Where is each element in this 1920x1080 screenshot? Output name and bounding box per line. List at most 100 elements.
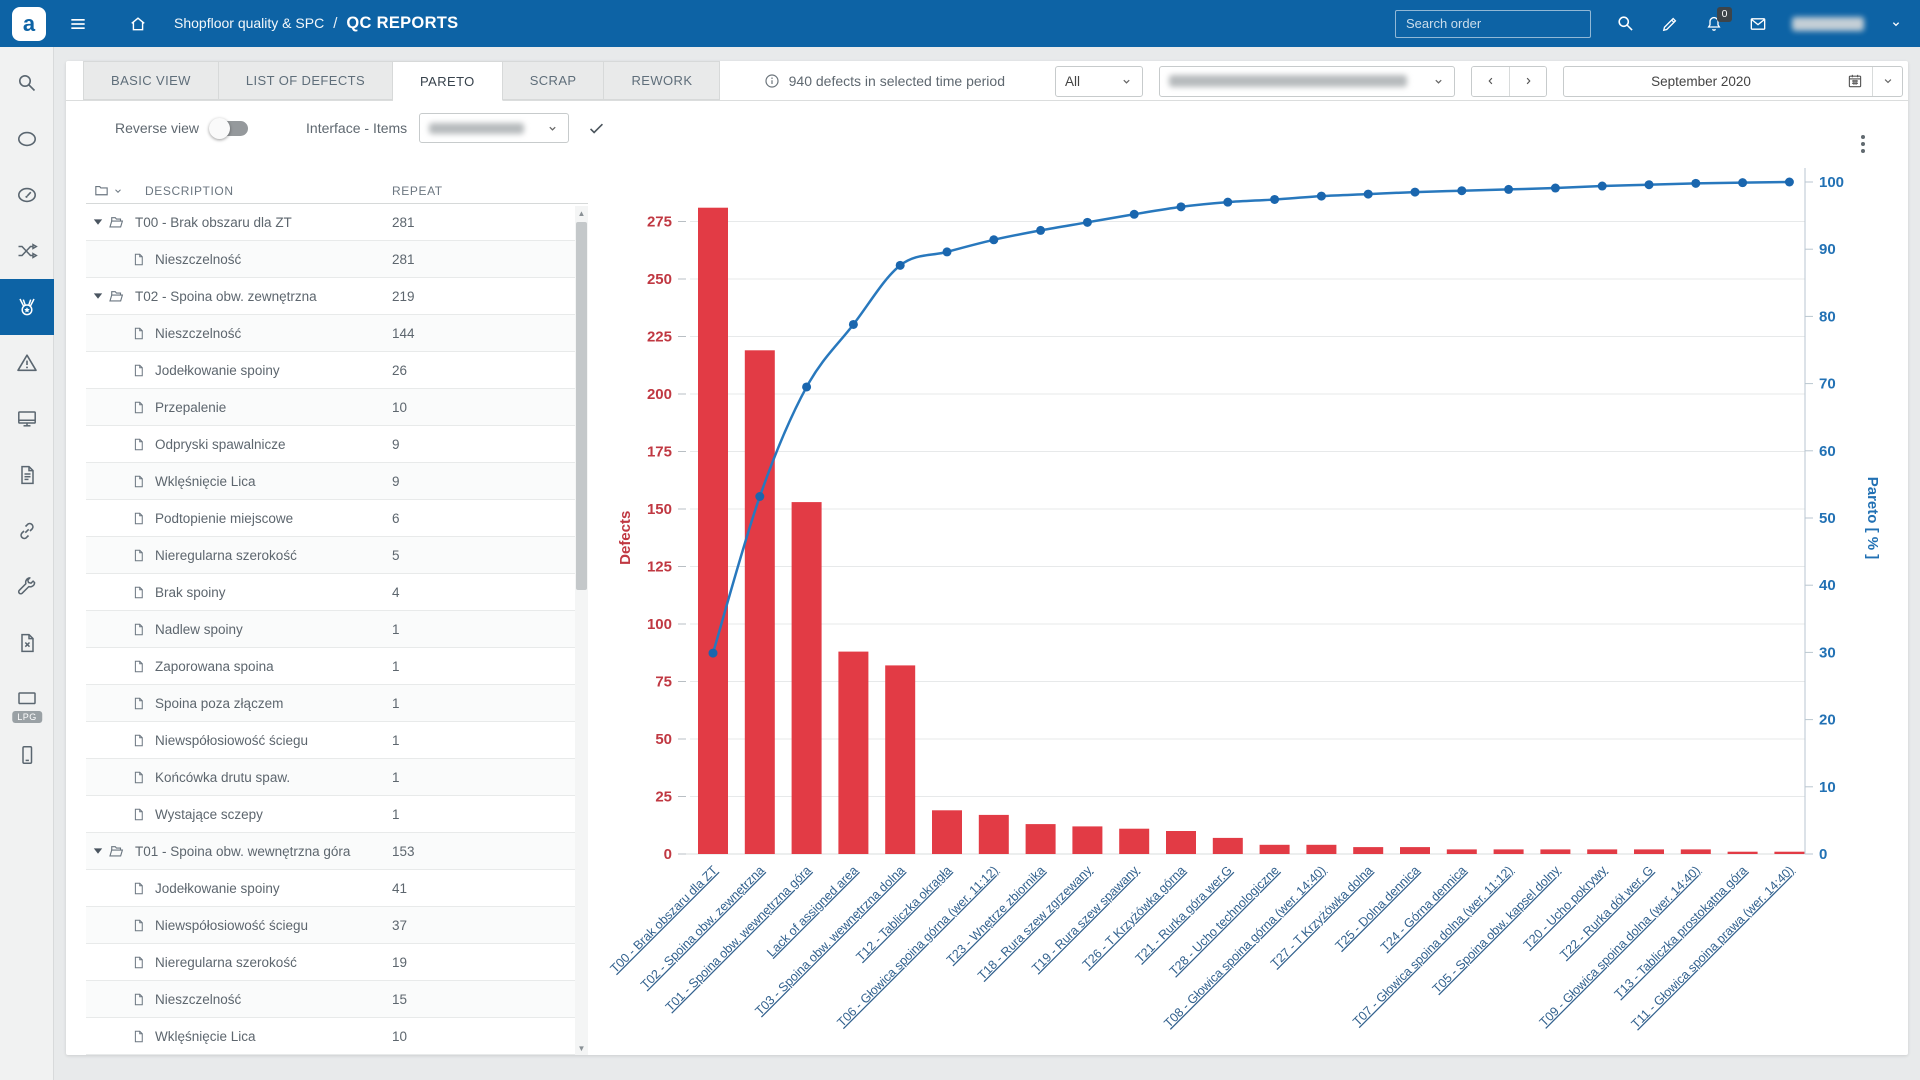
table-row[interactable]: T02 - Spoina obw. zewnętrzna219 xyxy=(86,278,575,315)
pareto-bar[interactable] xyxy=(1587,849,1617,854)
calendar-icon[interactable] xyxy=(1838,72,1872,90)
filter-all-select[interactable]: All xyxy=(1055,66,1143,97)
table-row[interactable]: Przepalenie10 xyxy=(86,389,575,426)
user-menu-chevron-icon[interactable] xyxy=(1888,16,1904,32)
table-row[interactable]: Końcówka drutu spaw.1 xyxy=(86,759,575,796)
table-row[interactable]: Nieregularna szerokość5 xyxy=(86,537,575,574)
table-scrollbar[interactable]: ▲ ▼ xyxy=(575,206,588,1055)
pareto-bar[interactable] xyxy=(1681,849,1711,854)
table-row[interactable]: Niewspółosiowość ściegu1 xyxy=(86,722,575,759)
tab-pareto[interactable]: PARETO xyxy=(393,61,503,101)
pareto-point[interactable] xyxy=(1645,180,1654,189)
scrollbar-thumb[interactable] xyxy=(576,222,587,590)
x-axis-label[interactable]: T12 - Tabliczka okrągła xyxy=(853,863,954,964)
x-axis-label[interactable]: T09 - Głowica spoina dolna (wer. 14:40) xyxy=(1537,863,1703,1029)
pareto-point[interactable] xyxy=(1457,186,1466,195)
table-row[interactable]: Nieszczelność281 xyxy=(86,241,575,278)
pareto-point[interactable] xyxy=(1270,195,1279,204)
sidebar-item-tools[interactable] xyxy=(0,559,54,615)
table-row[interactable]: Nieregularna szerokość19 xyxy=(86,944,575,981)
pareto-bar[interactable] xyxy=(1026,824,1056,854)
column-header-repeat[interactable]: REPEAT xyxy=(392,184,443,198)
pareto-bar[interactable] xyxy=(1072,826,1102,854)
x-axis-label[interactable]: T20 - Ucho pokrywy xyxy=(1521,863,1610,952)
apply-check-icon[interactable] xyxy=(587,119,606,138)
pareto-point[interactable] xyxy=(849,320,858,329)
pareto-bar[interactable] xyxy=(1634,849,1664,854)
machine-select-redacted[interactable] xyxy=(1159,66,1455,97)
scroll-up-arrow-icon[interactable]: ▲ xyxy=(575,206,588,220)
x-axis-label[interactable]: T06 - Głowica spoina górna (wer. 11:12) xyxy=(834,863,1000,1029)
pareto-bar[interactable] xyxy=(979,815,1009,854)
pareto-bar[interactable] xyxy=(1494,849,1524,854)
table-row[interactable]: Nieszczelność15 xyxy=(86,981,575,1018)
table-row[interactable]: T00 - Brak obszaru dla ZT281 xyxy=(86,204,575,241)
sidebar-item-lpg-panel[interactable]: LPG xyxy=(0,671,54,727)
search-icon[interactable] xyxy=(1615,13,1636,34)
hamburger-menu-icon[interactable] xyxy=(68,14,88,34)
x-axis-label[interactable]: Lack of assigned area xyxy=(764,863,860,959)
table-row[interactable]: Jodełkowanie spoiny26 xyxy=(86,352,575,389)
pareto-point[interactable] xyxy=(989,235,998,244)
search-order-input[interactable] xyxy=(1395,10,1591,38)
table-row[interactable]: Spoina poza złączem1 xyxy=(86,685,575,722)
table-row[interactable]: Zaporowana spoina1 xyxy=(86,648,575,685)
caret-down-icon[interactable] xyxy=(93,218,103,226)
pareto-point[interactable] xyxy=(1551,184,1560,193)
tab-rework[interactable]: REWORK xyxy=(604,61,720,100)
table-row[interactable]: Wklęśnięcie Lica10 xyxy=(86,1018,575,1055)
table-row[interactable]: Nadlew spoiny1 xyxy=(86,611,575,648)
mail-icon[interactable] xyxy=(1748,14,1768,34)
sidebar-item-documents[interactable] xyxy=(0,447,54,503)
sidebar-item-search[interactable] xyxy=(0,55,54,111)
pareto-bar[interactable] xyxy=(1119,829,1149,854)
pareto-bar[interactable] xyxy=(1447,849,1477,854)
pareto-point[interactable] xyxy=(755,492,764,501)
pareto-point[interactable] xyxy=(1130,210,1139,219)
sidebar-item-workstation[interactable] xyxy=(0,391,54,447)
collapse-all-control[interactable] xyxy=(93,182,124,199)
pareto-bar[interactable] xyxy=(1260,845,1290,854)
pareto-bar[interactable] xyxy=(1166,831,1196,854)
table-row[interactable]: Jodełkowanie spoiny41 xyxy=(86,870,575,907)
table-row[interactable]: Niewspółosiowość ściegu37 xyxy=(86,907,575,944)
pareto-point[interactable] xyxy=(1036,226,1045,235)
sidebar-item-shuffle[interactable] xyxy=(0,223,54,279)
pareto-bar[interactable] xyxy=(838,652,868,854)
interface-items-select-redacted[interactable] xyxy=(419,113,569,143)
sidebar-item-ellipse[interactable] xyxy=(0,111,54,167)
x-axis-label[interactable]: T24 - Górna dennica xyxy=(1378,863,1469,954)
pareto-point[interactable] xyxy=(709,649,718,658)
pareto-point[interactable] xyxy=(1083,218,1092,227)
table-row[interactable]: Wklęśnięcie Lica9 xyxy=(86,463,575,500)
app-logo[interactable]: a xyxy=(12,7,46,41)
scroll-down-arrow-icon[interactable]: ▼ xyxy=(575,1041,588,1055)
period-picker[interactable]: September 2020 xyxy=(1563,66,1903,97)
pareto-point[interactable] xyxy=(802,382,811,391)
x-axis-label[interactable]: T08 - Głowica spoina górna (wer. 14:40) xyxy=(1161,863,1328,1030)
pareto-point[interactable] xyxy=(1223,198,1232,207)
notifications-bell-icon[interactable]: 0 xyxy=(1704,14,1724,34)
pareto-point[interactable] xyxy=(1177,202,1186,211)
pareto-bar[interactable] xyxy=(932,810,962,854)
caret-down-icon[interactable] xyxy=(93,292,103,300)
pareto-point[interactable] xyxy=(1738,178,1747,187)
pareto-bar[interactable] xyxy=(1400,847,1430,854)
pareto-bar[interactable] xyxy=(885,665,915,854)
pareto-bar[interactable] xyxy=(698,208,728,854)
tab-scrap[interactable]: SCRAP xyxy=(503,61,605,100)
pareto-bar[interactable] xyxy=(745,350,775,854)
pareto-point[interactable] xyxy=(1504,185,1513,194)
edit-pencil-icon[interactable] xyxy=(1660,14,1680,34)
tab-list-of-defects[interactable]: LIST OF DEFECTS xyxy=(219,61,393,100)
pareto-bar[interactable] xyxy=(1540,849,1570,854)
table-row[interactable]: Wystające sczepy1 xyxy=(86,796,575,833)
sidebar-item-mobile[interactable] xyxy=(0,727,54,783)
table-row[interactable]: Nieszczelność144 xyxy=(86,315,575,352)
user-name-redacted[interactable] xyxy=(1792,17,1864,31)
sidebar-item-export-file[interactable] xyxy=(0,615,54,671)
previous-period-button[interactable] xyxy=(1472,67,1509,96)
x-axis-label[interactable]: T11 - Głowica spoina prawa (wer. 14:40) xyxy=(1629,863,1797,1031)
pareto-point[interactable] xyxy=(1785,178,1794,187)
pareto-bar[interactable] xyxy=(1774,852,1804,854)
